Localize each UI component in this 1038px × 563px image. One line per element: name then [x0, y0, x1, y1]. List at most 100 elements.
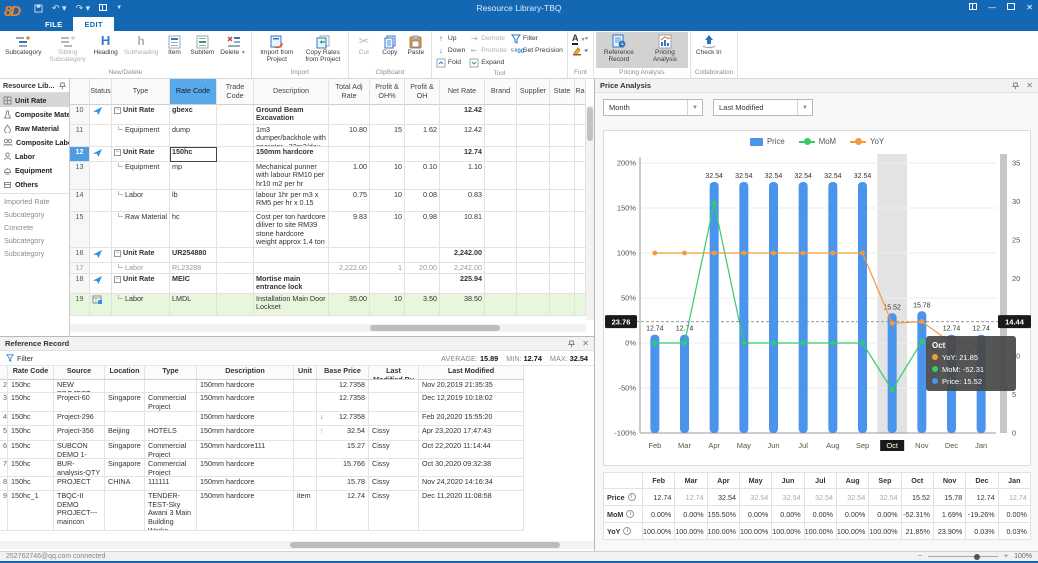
grid-column-header[interactable]: State	[550, 79, 575, 105]
grid-cell[interactable]	[370, 105, 405, 125]
reference-row[interactable]: 4150hcProject-296150mm hardcore↓12.7358F…	[0, 412, 594, 426]
grid-cell[interactable]	[405, 248, 440, 263]
grid-cell[interactable]	[90, 162, 112, 190]
grid-cell[interactable]	[485, 212, 517, 248]
reference-column-header[interactable]: Rate Code	[8, 366, 54, 380]
grid-column-header[interactable]: Brand	[485, 79, 517, 105]
ribbon-button-check-in[interactable]: Check In	[693, 32, 725, 68]
grid-cell[interactable]: lb	[170, 190, 217, 212]
info-icon[interactable]: i	[623, 527, 631, 535]
ribbon-button-reference-record[interactable]: Reference Record	[596, 32, 642, 68]
ribbon-button-subitem[interactable]: Subitem	[187, 32, 217, 68]
reference-column-header[interactable]: Base Price	[317, 366, 369, 380]
grid-cell[interactable]	[405, 274, 440, 294]
grid-cell[interactable]: 17	[70, 263, 90, 274]
grid-cell[interactable]: 0.83	[440, 190, 485, 212]
ribbon-button-subcategory[interactable]: Subcategory	[2, 32, 45, 68]
ribbon-button-filter[interactable]: Filter	[511, 33, 563, 44]
grid-cell[interactable]: Mechanical punner with labour RM10 per h…	[254, 162, 329, 190]
ribbon-button-import-from-project[interactable]: Import from Project	[254, 32, 300, 68]
grid-cell[interactable]: 15	[70, 212, 90, 248]
grid-cell[interactable]	[517, 263, 550, 274]
grid-cell[interactable]	[370, 147, 405, 162]
ribbon-button-highlight[interactable]: ▼	[572, 45, 589, 56]
reference-column-header[interactable]: Last Modified By	[369, 366, 419, 380]
grid-cell[interactable]: Mortise main entrance lock	[254, 274, 329, 294]
grid-cell[interactable]	[217, 274, 254, 294]
sidebar-item-subcategory[interactable]: Subcategory	[0, 248, 69, 261]
ribbon-button-expand[interactable]: Expand	[469, 57, 507, 68]
ribbon-button-heading[interactable]: HHeading	[91, 32, 121, 68]
grid-cell[interactable]: 11	[70, 125, 90, 147]
grid-row[interactable]: 15Raw MaterialhcCost per ton hardcore di…	[70, 212, 586, 248]
grid-cell[interactable]: 10	[370, 162, 405, 190]
grid-cell[interactable]	[575, 125, 586, 147]
grid-column-header[interactable]: Type	[112, 79, 170, 105]
grid-cell[interactable]	[517, 212, 550, 248]
grid-cell[interactable]	[90, 105, 112, 125]
grid-cell[interactable]: labour 1hr per m3 x RM5 per hr x 0.15	[254, 190, 329, 212]
reference-row[interactable]: 9150hc_1TBQC-II DEMO PROJECT---mainconTE…	[0, 491, 594, 531]
grid-cell[interactable]	[485, 125, 517, 147]
grid-cell[interactable]	[90, 125, 112, 147]
grid-column-header[interactable]: Status	[90, 79, 112, 105]
grid-cell[interactable]	[485, 105, 517, 125]
grid-cell[interactable]: 1.00	[329, 162, 370, 190]
grid-cell[interactable]	[217, 263, 254, 274]
sidebar-item-labor[interactable]: Labor	[0, 149, 69, 163]
ribbon-button-copy-rates-from-project[interactable]: Copy Rates from Project	[300, 32, 346, 68]
grid-row[interactable]: 18−Unit RateMEICMortise main entrance lo…	[70, 274, 586, 294]
reference-column-header[interactable]: Unit	[294, 366, 317, 380]
sidebar-item-composite-labor[interactable]: Composite Labor	[0, 135, 69, 149]
tab-file[interactable]: FILE	[34, 17, 73, 31]
grid-cell[interactable]	[550, 263, 575, 274]
reference-row[interactable]: 3150hcProject-60SingaporeCommercial Proj…	[0, 393, 594, 412]
grid-row[interactable]: 16−Unit RateUR2548802,242.00	[70, 248, 586, 263]
grid-cell[interactable]: 13	[70, 162, 90, 190]
grid-cell[interactable]: 10	[370, 212, 405, 248]
ribbon-button-fold[interactable]: Fold	[436, 57, 465, 68]
grid-cell[interactable]: 10	[370, 190, 405, 212]
ribbon-button-promote[interactable]: ⇤Promote	[469, 45, 507, 56]
collapse-icon[interactable]: −	[114, 276, 121, 283]
reference-row[interactable]: 7150hcBUR-analysis-QTY & AMOUNTSingapore…	[0, 459, 594, 477]
grid-cell[interactable]	[90, 263, 112, 274]
grid-cell[interactable]: 3.50	[405, 294, 440, 316]
grid-cell[interactable]	[575, 105, 586, 125]
maximize-button[interactable]	[1007, 3, 1015, 12]
grid-cell[interactable]: 38.50	[440, 294, 485, 316]
grid-cell[interactable]	[550, 274, 575, 294]
grid-cell[interactable]	[217, 147, 254, 162]
grid-cell[interactable]	[575, 294, 586, 316]
legend-item-yoy[interactable]: YoY	[850, 137, 884, 146]
grid-column-header[interactable]: Supplier	[517, 79, 550, 105]
grid-cell[interactable]: Raw Material	[112, 212, 170, 248]
grid-cell[interactable]	[329, 105, 370, 125]
grid-row[interactable]: 14Laborlblabour 1hr per m3 x RM5 per hr …	[70, 190, 586, 212]
ribbon-button-subheading[interactable]: hSubheading	[121, 32, 162, 68]
grid-cell[interactable]: 10.80	[329, 125, 370, 147]
grid-cell[interactable]: Equipment	[112, 162, 170, 190]
grid-cell[interactable]: 225.94	[440, 274, 485, 294]
period-select[interactable]: Month▼	[603, 99, 703, 116]
reference-row[interactable]: 5150hcProject-356BeijingHOTELS150mm hard…	[0, 426, 594, 441]
sidebar-item-subcategory[interactable]: Subcategory	[0, 235, 69, 248]
grid-cell[interactable]	[217, 125, 254, 147]
grid-cell[interactable]	[550, 147, 575, 162]
grid-column-header[interactable]	[70, 79, 90, 105]
grid-cell[interactable]: 2,242.00	[440, 263, 485, 274]
sidebar-item-others[interactable]: Others	[0, 177, 69, 191]
grid-cell[interactable]: RL23288	[170, 263, 217, 274]
grid-cell[interactable]: 10	[370, 294, 405, 316]
legend-item-price[interactable]: Price	[750, 137, 785, 146]
grid-column-header[interactable]: Trade Code	[217, 79, 254, 105]
reference-column-header[interactable]: Last Modified	[419, 366, 524, 380]
zoom-out-button[interactable]: −	[918, 553, 922, 560]
grid-cell[interactable]	[575, 274, 586, 294]
reference-horizontal-scrollbar[interactable]	[0, 541, 594, 549]
grid-cell[interactable]	[517, 105, 550, 125]
grid-cell[interactable]	[517, 248, 550, 263]
grid-cell[interactable]	[550, 162, 575, 190]
filter-button[interactable]: Filter	[6, 354, 33, 363]
grid-cell[interactable]: 0.08	[405, 190, 440, 212]
